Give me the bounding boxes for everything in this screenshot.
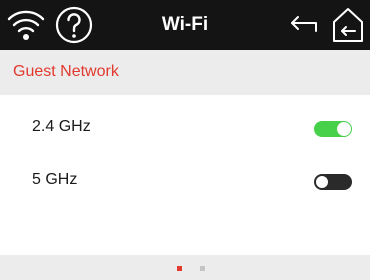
help-icon[interactable] [54, 5, 94, 45]
band-row-5ghz: 5 GHz [0, 161, 370, 201]
screen: Wi-Fi Guest Network 2.4 GHz 5 GHz [0, 0, 370, 280]
section-header: Guest Network [0, 50, 370, 94]
section-label: Guest Network [13, 63, 119, 80]
band-toggle-2-4ghz[interactable] [314, 121, 352, 137]
band-label: 5 GHz [32, 171, 78, 188]
band-label: 2.4 GHz [32, 118, 91, 135]
page-title: Wi-Fi [161, 14, 209, 35]
back-icon[interactable] [286, 9, 320, 41]
home-icon[interactable] [331, 7, 365, 43]
page-dot[interactable] [200, 266, 205, 271]
top-bar: Wi-Fi [0, 0, 370, 50]
toggle-knob [315, 175, 329, 189]
wifi-icon[interactable] [6, 6, 46, 44]
band-row-2-4ghz: 2.4 GHz [0, 108, 370, 148]
toggle-knob [337, 122, 351, 136]
page-indicator [0, 255, 370, 280]
settings-panel: 2.4 GHz 5 GHz [0, 95, 370, 255]
band-toggle-5ghz[interactable] [314, 174, 352, 190]
page-dot[interactable] [177, 266, 182, 271]
